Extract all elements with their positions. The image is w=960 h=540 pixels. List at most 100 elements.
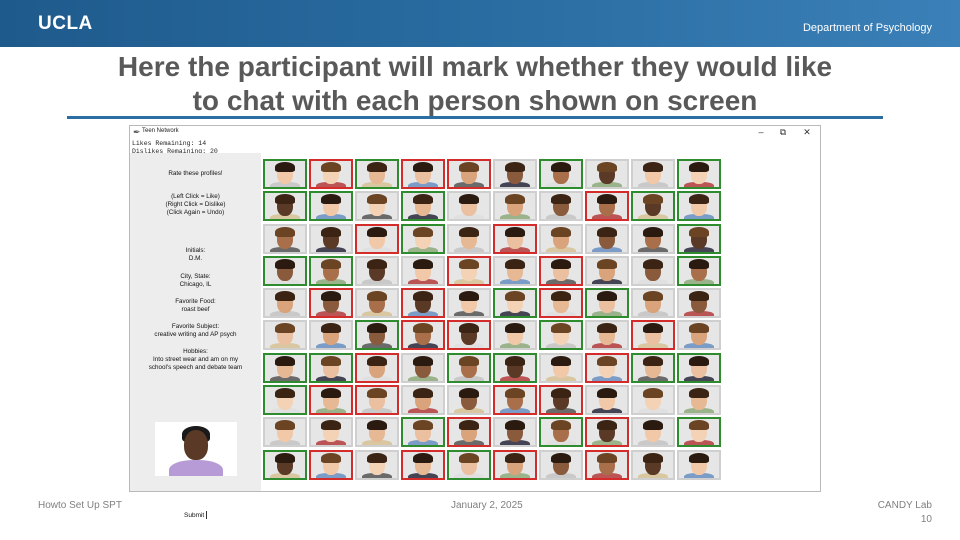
profile-cell-like[interactable] [263,191,307,222]
profile-cell-none[interactable] [401,255,445,286]
profile-cell-dislike[interactable] [539,255,583,286]
profile-cell-none[interactable] [493,255,537,286]
profile-cell-like[interactable] [263,159,307,189]
profile-cell-none[interactable] [263,417,307,448]
profile-cell-none[interactable] [355,191,399,222]
profile-cell-dislike[interactable] [401,159,445,189]
profile-cell-like[interactable] [677,191,721,222]
profile-cell-none[interactable] [309,417,353,448]
profile-cell-none[interactable] [493,320,537,351]
profile-cell-dislike[interactable] [585,352,629,383]
profile-cell-dislike[interactable] [309,288,353,319]
profile-cell-like[interactable] [539,417,583,448]
profile-cell-none[interactable] [355,288,399,319]
profile-cell-none[interactable] [585,385,629,416]
profile-cell-none[interactable] [631,449,675,480]
profile-cell-like[interactable] [263,352,307,383]
profile-cell-dislike[interactable] [401,288,445,319]
profile-cell-like[interactable] [309,255,353,286]
profile-cell-dislike[interactable] [401,449,445,480]
profile-cell-none[interactable] [631,417,675,448]
profile-cell-like[interactable] [263,449,307,480]
profile-cell-dislike[interactable] [493,449,537,480]
profile-cell-dislike[interactable] [447,320,491,351]
profile-cell-dislike[interactable] [493,385,537,416]
profile-cell-dislike[interactable] [355,352,399,383]
profile-cell-dislike[interactable] [447,159,491,189]
profile-cell-none[interactable] [447,191,491,222]
profile-cell-none[interactable] [585,255,629,286]
profile-cell-none[interactable] [447,288,491,319]
profile-cell-like[interactable] [401,191,445,222]
profile-cell-dislike[interactable] [355,385,399,416]
profile-cell-dislike[interactable] [585,449,629,480]
profile-cell-dislike[interactable] [309,159,353,189]
profile-cell-none[interactable] [263,223,307,254]
profile-cell-like[interactable] [355,159,399,189]
profile-cell-dislike[interactable] [585,417,629,448]
profile-cell-dislike[interactable] [447,255,491,286]
profile-cell-none[interactable] [263,288,307,319]
profile-cell-like[interactable] [677,417,721,448]
profile-cell-like[interactable] [263,255,307,286]
profile-cell-none[interactable] [401,385,445,416]
profile-cell-like[interactable] [309,191,353,222]
profile-cell-dislike[interactable] [401,320,445,351]
profile-cell-like[interactable] [539,159,583,189]
profile-cell-none[interactable] [263,320,307,351]
profile-cell-none[interactable] [677,288,721,319]
profile-cell-like[interactable] [401,223,445,254]
profile-cell-dislike[interactable] [309,449,353,480]
profile-cell-none[interactable] [401,352,445,383]
profile-cell-none[interactable] [493,159,537,189]
profile-cell-like[interactable] [309,352,353,383]
profile-cell-like[interactable] [493,288,537,319]
profile-cell-like[interactable] [401,417,445,448]
profile-cell-like[interactable] [677,159,721,189]
profile-cell-none[interactable] [539,191,583,222]
profile-cell-none[interactable] [677,320,721,351]
profile-cell-like[interactable] [447,352,491,383]
profile-cell-none[interactable] [631,159,675,189]
profile-cell-like[interactable] [677,352,721,383]
profile-cell-none[interactable] [631,223,675,254]
submit-button[interactable]: Submit [184,511,207,519]
profile-cell-none[interactable] [585,320,629,351]
profile-cell-like[interactable] [493,352,537,383]
profile-cell-none[interactable] [493,191,537,222]
profile-cell-none[interactable] [631,385,675,416]
profile-cell-none[interactable] [539,352,583,383]
profile-cell-none[interactable] [447,385,491,416]
profile-cell-like[interactable] [263,385,307,416]
profile-cell-none[interactable] [355,255,399,286]
profile-cell-like[interactable] [631,191,675,222]
profile-cell-like[interactable] [631,352,675,383]
profile-cell-like[interactable] [539,320,583,351]
profile-cell-like[interactable] [677,255,721,286]
profile-cell-like[interactable] [585,288,629,319]
profile-cell-like[interactable] [447,449,491,480]
profile-cell-none[interactable] [539,223,583,254]
profile-cell-dislike[interactable] [355,223,399,254]
profile-cell-none[interactable] [631,288,675,319]
profile-cell-none[interactable] [585,223,629,254]
profile-cell-none[interactable] [585,159,629,189]
minimize-icon[interactable]: – [750,126,772,138]
profile-cell-like[interactable] [355,320,399,351]
profile-cell-none[interactable] [677,449,721,480]
profile-cell-dislike[interactable] [631,320,675,351]
profile-cell-none[interactable] [631,255,675,286]
profile-cell-none[interactable] [309,320,353,351]
profile-cell-none[interactable] [493,417,537,448]
profile-cell-none[interactable] [539,449,583,480]
profile-cell-dislike[interactable] [539,385,583,416]
profile-cell-dislike[interactable] [493,223,537,254]
profile-cell-none[interactable] [309,223,353,254]
profile-cell-none[interactable] [355,417,399,448]
profile-cell-like[interactable] [677,223,721,254]
restore-icon[interactable]: ⧉ [772,126,794,138]
profile-cell-dislike[interactable] [447,417,491,448]
profile-cell-none[interactable] [677,385,721,416]
profile-cell-none[interactable] [355,449,399,480]
close-icon[interactable]: ✕ [796,126,818,138]
